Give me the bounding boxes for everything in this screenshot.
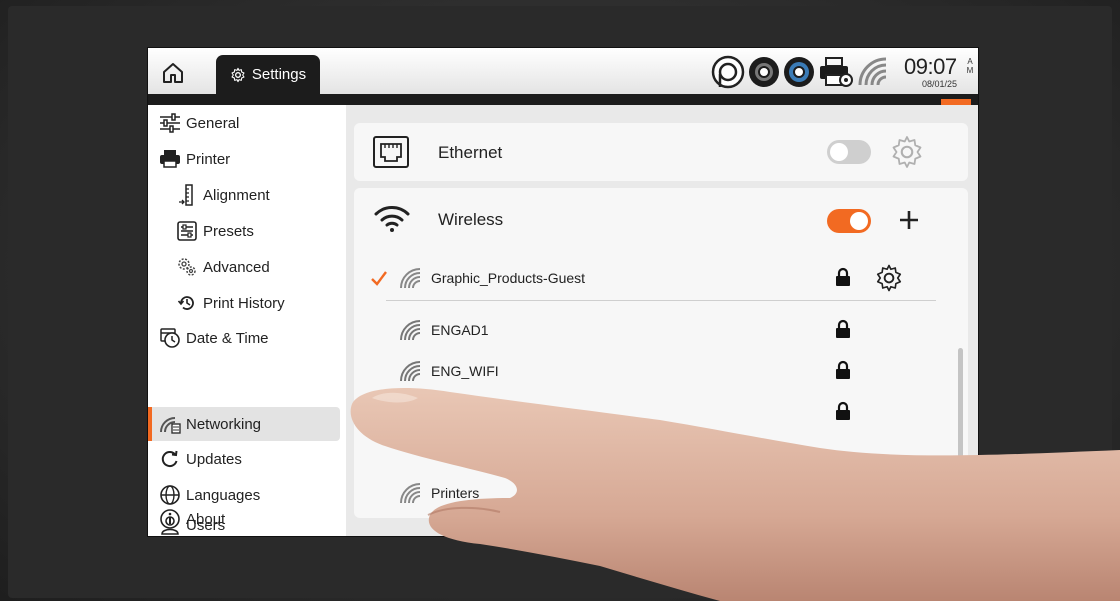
network-row-connected[interactable]: Graphic_Products-Guest xyxy=(354,260,954,296)
network-name: ENG_WIFI xyxy=(431,363,499,379)
sidebar-item-about[interactable]: About xyxy=(148,504,340,534)
lock-icon xyxy=(836,401,850,420)
sliders-icon xyxy=(159,112,181,134)
sidebar-item-label: Advanced xyxy=(203,258,270,276)
sidebar-item-label: General xyxy=(186,114,240,132)
clock-date: 08/01/25 xyxy=(922,79,958,89)
presets-icon xyxy=(176,220,198,242)
ethernet-label: Ethernet xyxy=(438,143,503,162)
wifi-signal-icon xyxy=(858,57,887,86)
network-name: Graphic_Products-Guest xyxy=(431,270,586,286)
ethernet-card: Ethernet xyxy=(354,123,968,181)
wireless-label: Wireless xyxy=(438,210,504,229)
ribbon-roll-dark-icon[interactable] xyxy=(747,55,781,89)
sidebar-item-label: Networking xyxy=(186,415,262,433)
lock-icon xyxy=(836,267,850,286)
touch-screen: Settings 09:07 A M 08/01/25 General Prin… xyxy=(148,48,978,536)
sidebar-item-networking[interactable]: Networking xyxy=(148,407,340,441)
printer-settings-icon[interactable] xyxy=(817,55,855,89)
wifi-signal-icon xyxy=(400,268,421,289)
clock: 09:07 AM 08/01/25 xyxy=(904,54,976,90)
sidebar-item-general[interactable]: General xyxy=(148,106,340,140)
lock-icon xyxy=(836,360,850,379)
network-icon xyxy=(159,413,181,435)
sidebar-item-printer[interactable]: Printer xyxy=(148,142,340,176)
network-list-scrollbar[interactable] xyxy=(958,348,963,504)
wifi-icon xyxy=(374,206,410,232)
printer-icon xyxy=(159,148,181,170)
network-name: ENGAD1 xyxy=(431,322,489,338)
sidebar-item-label: Alignment xyxy=(203,186,270,204)
ribbon-roll-blue-icon[interactable] xyxy=(782,55,816,89)
network-row[interactable]: Printers xyxy=(354,475,954,511)
clock-ampm: AM xyxy=(966,57,974,75)
network-name: Printers xyxy=(431,485,480,501)
title-underline xyxy=(148,94,978,105)
home-icon xyxy=(163,63,183,83)
network-divider xyxy=(386,300,936,301)
plus-icon[interactable] xyxy=(898,209,920,231)
sidebar-item-date-time[interactable]: Date & Time xyxy=(148,321,340,355)
status-icons xyxy=(710,54,892,90)
sidebar-item-label: Date & Time xyxy=(186,329,269,347)
wireless-card: Wireless Graphic_Products-Guest ENGAD1 E… xyxy=(354,188,968,518)
sidebar-item-label: Print History xyxy=(203,294,285,312)
clock-time: 09:07 xyxy=(904,54,957,79)
sidebar-item-label: Presets xyxy=(203,222,254,240)
network-row[interactable]: ENG_WIFI xyxy=(354,353,954,389)
sidebar-item-label: Printer xyxy=(186,150,231,168)
wifi-signal-icon xyxy=(400,483,421,504)
info-icon xyxy=(159,508,181,530)
network-settings-gear-icon[interactable] xyxy=(874,263,904,293)
refresh-icon xyxy=(159,448,181,470)
checkmark-icon xyxy=(371,271,387,286)
network-row-hidden[interactable] xyxy=(354,394,954,430)
sidebar-item-presets[interactable]: Presets xyxy=(148,214,340,248)
sidebar-item-label: Updates xyxy=(186,450,242,468)
ribbon-roll-icon[interactable] xyxy=(710,54,746,90)
wireless-toggle[interactable] xyxy=(827,209,871,233)
tab-settings[interactable]: Settings xyxy=(216,55,320,94)
sidebar-item-alignment[interactable]: Alignment xyxy=(148,178,340,212)
gear-icon xyxy=(231,67,245,82)
ethernet-toggle[interactable] xyxy=(827,140,871,164)
networking-panel: Ethernet Wireless Graphic_Products-Guest… xyxy=(346,105,978,536)
advanced-gears-icon xyxy=(176,256,198,278)
alignment-icon xyxy=(176,184,198,206)
globe-icon xyxy=(159,484,181,506)
title-bar: Settings 09:07 A M 08/01/25 xyxy=(148,48,978,94)
home-button[interactable] xyxy=(160,60,186,86)
history-icon xyxy=(176,292,198,314)
sidebar-item-advanced[interactable]: Advanced xyxy=(148,250,340,284)
wifi-signal-icon xyxy=(400,320,421,341)
tab-settings-label: Settings xyxy=(251,66,307,83)
sidebar-item-print-history[interactable]: Print History xyxy=(148,286,340,320)
sidebar-item-label: About xyxy=(186,510,226,528)
sidebar-item-label: Languages xyxy=(186,486,261,504)
lock-icon xyxy=(836,319,850,338)
sidebar-item-updates[interactable]: Updates xyxy=(148,442,340,476)
settings-sidebar: General Printer Alignment Presets Advanc xyxy=(148,105,346,536)
network-row[interactable]: ENGAD1 xyxy=(354,312,954,348)
ethernet-settings-gear-icon[interactable] xyxy=(889,134,925,170)
ethernet-port-icon xyxy=(373,136,409,168)
wifi-signal-icon xyxy=(400,361,421,382)
clock-icon xyxy=(159,327,181,349)
